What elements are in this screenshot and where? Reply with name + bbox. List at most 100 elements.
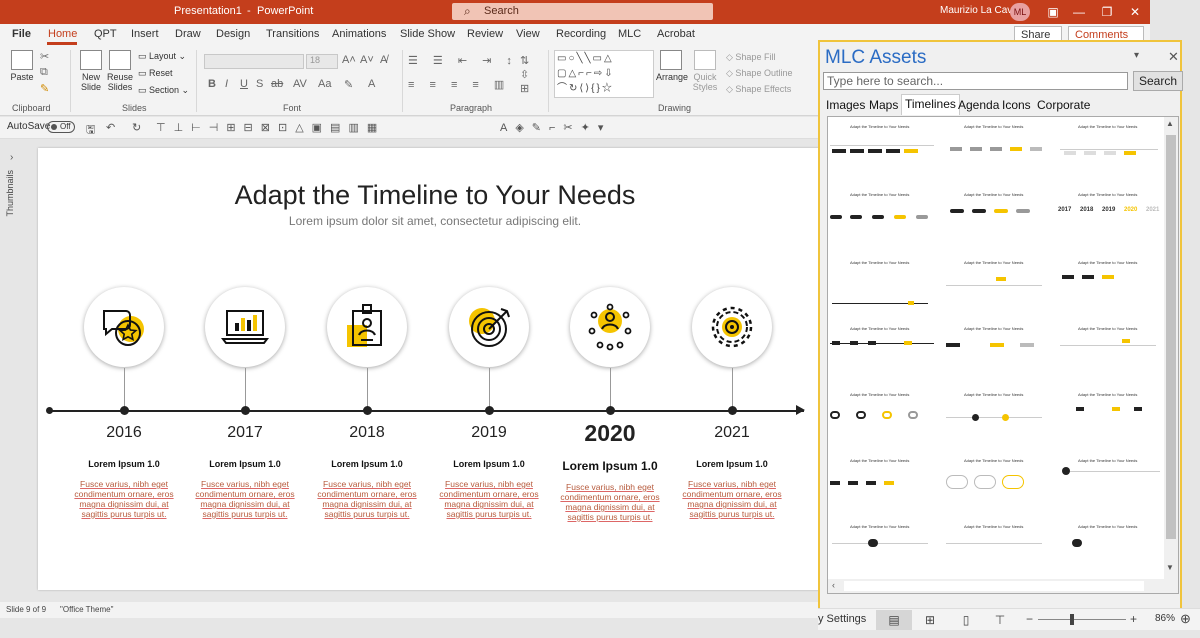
case-icon[interactable]: Aa <box>318 78 331 90</box>
reset-button[interactable]: ▭ Reset <box>138 68 173 79</box>
timeline-circle-2017[interactable] <box>205 287 285 367</box>
paste-button[interactable]: Paste <box>8 50 36 82</box>
timeline-thumbnail[interactable]: Adapt the Timeline to Your Needs <box>942 321 1050 381</box>
item-title[interactable]: Lorem Ipsum 1.0 <box>677 459 787 469</box>
clear-format-icon[interactable]: A̸ <box>380 54 387 66</box>
timeline-thumbnail[interactable]: Adapt the Timeline to Your Needs <box>1056 453 1164 513</box>
tab-review[interactable]: Review <box>467 28 503 40</box>
item-description[interactable]: Fusce varius, nibh eget condimentum ornar… <box>312 479 422 519</box>
tab-icons[interactable]: Icons <box>1002 98 1031 112</box>
zoom-level[interactable]: 86% <box>1155 613 1175 624</box>
font-size-combo[interactable]: 18 <box>306 54 338 69</box>
gallery-horizontal-scrollbar[interactable]: ‹ <box>828 579 1164 593</box>
tab-slide-show[interactable]: Slide Show <box>400 28 455 40</box>
tab-maps[interactable]: Maps <box>869 98 898 112</box>
item-description[interactable]: Fusce varius, nibh eget condimentum ornar… <box>434 479 544 519</box>
timeline-thumbnail[interactable]: Adapt the Timeline to Your Needs <box>828 119 936 179</box>
tab-animations[interactable]: Animations <box>332 28 386 40</box>
gallery-scrollbar[interactable]: ▲ ▼ <box>1164 117 1178 593</box>
tab-qpt[interactable]: QPT <box>94 28 117 40</box>
timeline-thumbnail[interactable]: Adapt the Timeline to Your Needs <box>1056 519 1164 579</box>
timeline-thumbnail[interactable]: Adapt the Timeline to Your Needs <box>828 255 936 315</box>
timeline-axis[interactable] <box>50 410 804 412</box>
reading-view-icon[interactable]: ▯ <box>948 610 984 630</box>
slideshow-icon[interactable]: ⊤ <box>982 610 1018 630</box>
fit-to-window-icon[interactable]: ⊕ <box>1180 611 1191 627</box>
year-label[interactable]: 2021 <box>677 424 787 442</box>
undo-icon[interactable]: ↶ <box>106 121 115 134</box>
year-label[interactable]: 2017 <box>190 424 300 442</box>
horizontal-scrollbar-thumb[interactable] <box>844 581 1144 591</box>
shapes-gallery[interactable]: ▭○╲╲▭△ ▢△⌐⌐⇨⇩ ⌒↻⟨⟩{}☆ <box>554 50 654 98</box>
timeline-thumbnail[interactable]: Adapt the Timeline to Your Needs <box>828 453 936 513</box>
restore-icon[interactable]: ❐ <box>1094 2 1120 22</box>
copy-icon[interactable]: ⧉ <box>40 66 48 79</box>
shape-effects-button[interactable]: ◇ Shape Effects <box>726 84 791 95</box>
assets-search-input[interactable] <box>823 72 1128 90</box>
tab-recording[interactable]: Recording <box>556 28 606 40</box>
shape-fill-button[interactable]: ◇ Shape Fill <box>726 52 775 63</box>
shadow-icon[interactable]: S <box>256 78 263 90</box>
strikethrough-icon[interactable]: ab <box>271 78 283 90</box>
timeline-circle-2020[interactable] <box>570 287 650 367</box>
tab-agenda[interactable]: Agenda <box>958 98 999 112</box>
tab-file[interactable]: File <box>12 28 31 40</box>
tab-draw[interactable]: Draw <box>175 28 201 40</box>
tab-corporate[interactable]: Corporate <box>1037 98 1090 112</box>
timeline-circle-2021[interactable] <box>692 287 772 367</box>
item-description[interactable]: Fusce varius, nibh eget condimentum ornar… <box>190 479 300 519</box>
close-icon[interactable]: ✕ <box>1122 2 1148 22</box>
quick-styles-button[interactable]: Quick Styles <box>690 50 720 92</box>
ribbon-display-icon[interactable]: ▣ <box>1040 2 1066 22</box>
scrollbar-thumb[interactable] <box>1166 135 1176 539</box>
shrink-font-icon[interactable]: A˅ <box>360 54 374 66</box>
scroll-up-icon[interactable]: ▲ <box>1166 119 1174 128</box>
timeline-thumbnail[interactable]: Adapt the Timeline to Your Needs <box>942 387 1050 447</box>
year-label-highlighted[interactable]: 2020 <box>555 420 665 447</box>
slide-sorter-icon[interactable]: ⊞ <box>912 610 948 630</box>
underline-icon[interactable]: U <box>240 78 248 90</box>
smartart-icon[interactable]: ⊞ <box>520 82 529 95</box>
scroll-left-icon[interactable]: ‹ <box>832 580 835 590</box>
scroll-down-icon[interactable]: ▼ <box>1166 563 1174 572</box>
tab-mlc[interactable]: MLC <box>618 28 641 40</box>
zoom-out-icon[interactable]: − <box>1026 612 1033 626</box>
timeline-thumbnail[interactable]: Adapt the Timeline to Your Needs <box>828 387 936 447</box>
item-title[interactable]: Lorem Ipsum 1.0 <box>434 459 544 469</box>
tab-acrobat[interactable]: Acrobat <box>657 28 695 40</box>
align-icons[interactable]: ≡ ≡ ≡ ≡ ▥ <box>408 78 510 91</box>
zoom-slider[interactable] <box>1038 619 1126 620</box>
layout-button[interactable]: ▭ Layout ⌄ <box>138 51 186 62</box>
timeline-thumbnail[interactable]: Adapt the Timeline to Your Needs <box>1056 387 1164 447</box>
save-icon[interactable]: 🖫 <box>86 121 95 140</box>
pane-close-icon[interactable]: ✕ <box>1168 49 1179 65</box>
align-text-icon[interactable]: ⇳ <box>520 68 529 81</box>
list-icons[interactable]: ☰ ☰ ⇤ ⇥ ↕ <box>408 54 518 67</box>
item-title-highlighted[interactable]: Lorem Ipsum 1.0 <box>550 459 670 473</box>
arrange-button[interactable]: Arrange <box>656 50 688 82</box>
minimize-icon[interactable]: — <box>1066 2 1092 22</box>
timeline-thumbnail[interactable]: Adapt the Timeline to Your Needs <box>942 187 1050 247</box>
timeline-thumbnail[interactable]: Adapt the Timeline to Your Needs <box>1056 255 1164 315</box>
timeline-thumbnail[interactable]: Adapt the Timeline to Your Needs <box>1056 321 1164 381</box>
timeline-thumbnail[interactable]: Adapt the Timeline to Your Needs <box>1056 119 1164 179</box>
highlight-icon[interactable]: ✎ <box>344 78 353 91</box>
reuse-slides-button[interactable]: Reuse Slides <box>106 50 134 92</box>
font-color-icon[interactable]: A <box>368 78 375 90</box>
slide-counter[interactable]: Slide 9 of 9 <box>6 605 46 614</box>
tab-timelines[interactable]: Timelines <box>901 94 960 115</box>
timeline-circle-2016[interactable] <box>84 287 164 367</box>
timeline-thumbnail[interactable]: Adapt the Timeline to Your Needs <box>828 321 936 381</box>
search-box[interactable]: ⌕ Search <box>452 3 713 20</box>
avatar[interactable]: ML <box>1010 3 1030 21</box>
slide-title[interactable]: Adapt the Timeline to Your Needs <box>38 180 832 211</box>
new-slide-button[interactable]: New Slide <box>77 50 105 92</box>
display-settings-label[interactable]: y Settings <box>818 613 866 625</box>
timeline-thumbnail[interactable]: Adapt the Timeline to Your Needs <box>942 119 1050 179</box>
slide-canvas[interactable]: Adapt the Timeline to Your Needs Lorem i… <box>38 148 832 590</box>
timeline-thumbnail[interactable]: Adapt the Timeline to Your Needs <box>828 187 936 247</box>
item-title[interactable]: Lorem Ipsum 1.0 <box>190 459 300 469</box>
thumbnails-label[interactable]: Thumbnails <box>5 170 15 217</box>
tab-transitions[interactable]: Transitions <box>266 28 319 40</box>
item-description[interactable]: Fusce varius, nibh eget condimentum ornar… <box>677 479 787 519</box>
